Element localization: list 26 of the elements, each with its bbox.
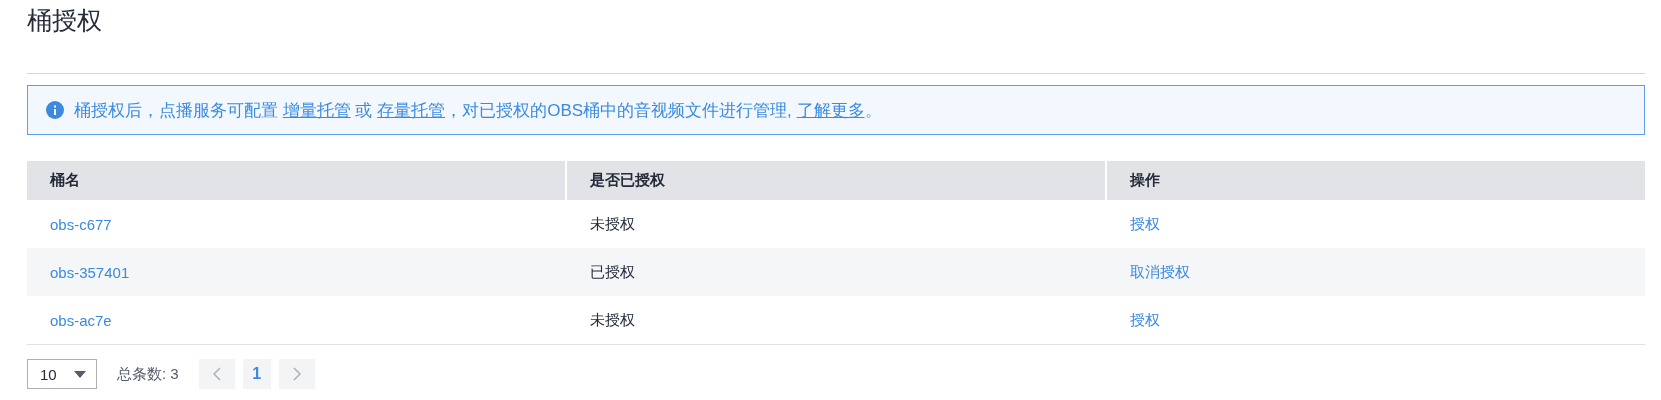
page-size-select[interactable]: 10 [27, 359, 97, 389]
auth-status: 未授权 [590, 214, 635, 234]
page-button[interactable]: 1 [242, 359, 271, 389]
previous-page-button[interactable] [198, 359, 235, 389]
caret-icon [74, 370, 86, 378]
action-link[interactable]: 取消授权 [1130, 262, 1190, 282]
chevron-right-icon [292, 367, 301, 381]
column-header: 是否已授权 [567, 161, 1107, 200]
info-link[interactable]: 存量托管 [377, 100, 446, 120]
info-link[interactable]: 了解更多 [796, 100, 865, 120]
column-header: 操作 [1129, 170, 1161, 190]
auth-status: 未授权 [590, 310, 635, 330]
info-link[interactable]: 增量托管 [282, 100, 351, 120]
info-icon [46, 101, 64, 119]
chevron-left-icon [212, 367, 221, 381]
page-title: 桶授权 [27, 5, 103, 36]
total-count: 总条数: 3 [117, 364, 179, 384]
bucket-link[interactable]: obs-c677 [50, 215, 112, 233]
next-page-button[interactable] [278, 359, 315, 389]
action-link[interactable]: 授权 [1130, 214, 1160, 234]
action-link[interactable]: 授权 [1130, 310, 1160, 330]
bucket-link[interactable]: obs-357401 [50, 263, 130, 281]
column-header: 桶名 [27, 161, 567, 200]
bucket-link[interactable]: obs-ac7e [50, 311, 112, 329]
info-message: 桶授权后，点播服务可配置 增量托管 或 存量托管，对已授权的OBS桶中的音视频文件进行管理, 了解更多。 [74, 99, 882, 122]
auth-status: 已授权 [590, 262, 635, 282]
